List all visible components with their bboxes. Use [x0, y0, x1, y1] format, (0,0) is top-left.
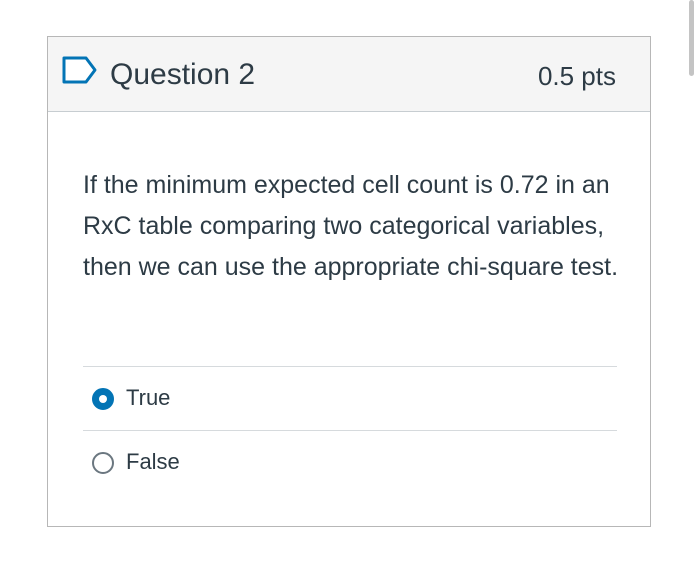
quiz-page: Question 2 0.5 pts If the minimum expect… — [0, 0, 700, 572]
answer-option-true[interactable]: True — [83, 366, 617, 430]
question-points: 0.5 pts — [537, 61, 616, 91]
radio-selected-icon[interactable] — [92, 388, 114, 410]
answer-label-true: True — [126, 385, 171, 410]
question-text: If the minimum expected cell count is 0.… — [83, 171, 619, 281]
question-card: Question 2 0.5 pts If the minimum expect… — [47, 36, 651, 527]
bookmark-flag-icon[interactable] — [61, 55, 99, 85]
vertical-scrollbar[interactable] — [689, 0, 694, 76]
radio-unselected-icon[interactable] — [92, 452, 114, 474]
answer-option-false[interactable]: False — [83, 430, 617, 494]
question-header: Question 2 0.5 pts — [48, 37, 650, 112]
question-title: Question 2 — [110, 58, 256, 91]
answer-label-false: False — [126, 449, 180, 474]
